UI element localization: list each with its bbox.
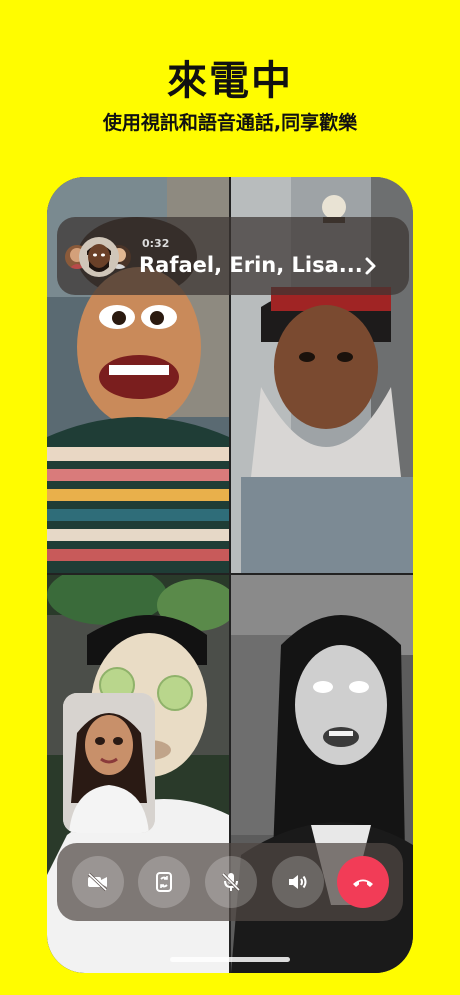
toggle-camera-button[interactable] — [72, 856, 124, 908]
promo-subheadline: 使用視訊和語音通話,同享歡樂 — [102, 112, 358, 134]
mute-mic-button[interactable] — [205, 856, 257, 908]
avatar-participant-main — [77, 235, 121, 279]
mic-off-icon — [221, 872, 241, 892]
speaker-icon — [289, 875, 307, 889]
call-timer: 0:32 — [142, 237, 170, 250]
promo-headline: 來電中 — [167, 58, 293, 104]
participants-title[interactable]: Rafael, Erin, Lisa... — [139, 253, 363, 277]
end-call-button[interactable] — [337, 856, 389, 908]
phone-screen: 0:32 Rafael, Erin, Lisa... — [47, 177, 413, 973]
call-header[interactable]: 0:32 Rafael, Erin, Lisa... — [57, 217, 409, 295]
end-call-icon — [353, 879, 373, 887]
flip-camera-button[interactable] — [138, 856, 190, 908]
self-view-bitmoji — [63, 693, 155, 833]
chevron-right-icon[interactable] — [359, 255, 381, 277]
participant-avatars — [65, 235, 131, 281]
home-indicator[interactable] — [170, 957, 290, 962]
video-off-icon — [87, 872, 108, 892]
flip-camera-icon — [156, 872, 172, 892]
call-controls — [57, 843, 403, 921]
speaker-button[interactable] — [272, 856, 324, 908]
self-view-pip[interactable] — [63, 693, 155, 833]
